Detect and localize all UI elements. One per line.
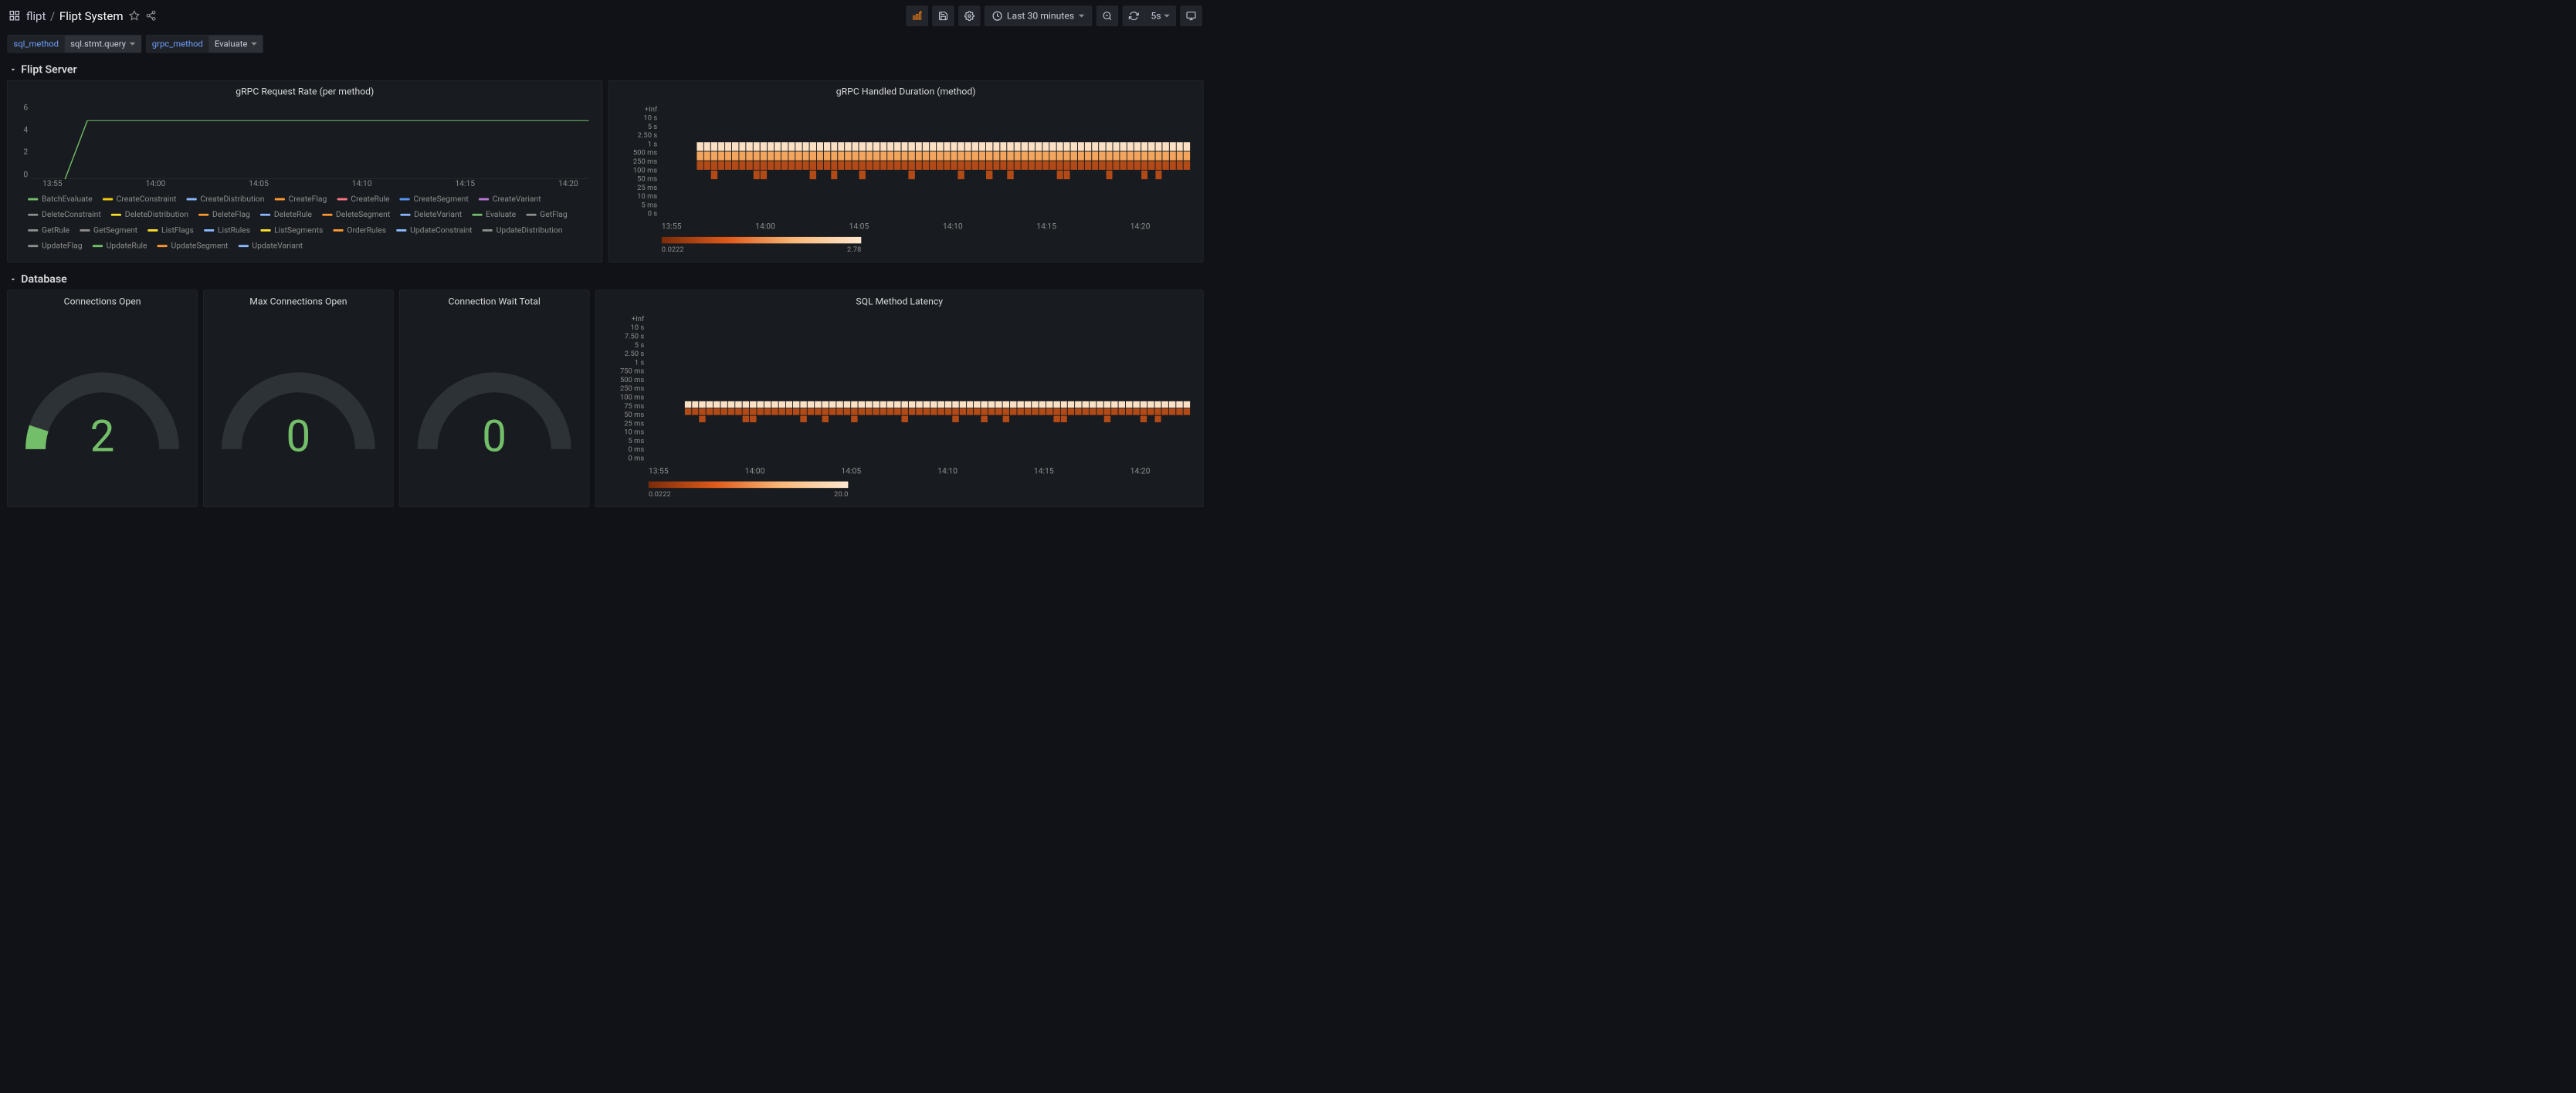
variable-sql-method[interactable]: sql_method sql.stmt.query (7, 35, 141, 53)
row-header-server[interactable]: Flipt Server (0, 59, 1211, 80)
legend-item[interactable]: Evaluate (472, 210, 516, 219)
legend-item[interactable]: CreateSegment (400, 195, 469, 204)
x-axis: 13:5514:0014:0514:1014:1514:20 (32, 179, 589, 190)
legend-item[interactable]: OrderRules (333, 225, 386, 235)
row-header-database[interactable]: Database (0, 269, 1211, 290)
panel-connections-open[interactable]: Connections Open 2 (7, 290, 197, 508)
gauge: 2 (19, 366, 185, 459)
chevron-down-icon (1079, 15, 1085, 18)
legend-item[interactable]: ListRules (204, 225, 250, 235)
legend-item[interactable]: DeleteDistribution (111, 210, 188, 219)
legend-item[interactable]: UpdateDistribution (483, 225, 563, 235)
tv-mode-button[interactable] (1180, 6, 1202, 26)
apps-icon[interactable] (8, 9, 20, 22)
panel-title: gRPC Request Rate (per method) (8, 80, 602, 100)
add-panel-button[interactable] (907, 6, 928, 26)
legend-item[interactable]: GetSegment (80, 225, 137, 235)
legend-item[interactable]: UpdateVariant (239, 242, 303, 251)
legend-item[interactable]: BatchEvaluate (28, 195, 92, 204)
heatmap-legend: 0.0222 2.78 (615, 234, 1198, 256)
refresh-picker[interactable]: 5s (1123, 6, 1176, 26)
chart-plot (32, 103, 589, 179)
legend-item[interactable]: CreateDistribution (186, 195, 264, 204)
refresh-button[interactable] (1123, 6, 1145, 25)
heatmap-cells (649, 314, 1190, 462)
y-axis: +Inf10 s5 s2.50 s1 s500 ms250 ms100 ms50… (622, 104, 662, 218)
chevron-down-icon (1164, 15, 1170, 18)
gauge-value: 2 (19, 411, 185, 462)
y-axis: 6420 (17, 103, 28, 179)
y-axis: +Inf10 s7.50 s5 s2.50 s1 s750 ms500 ms25… (608, 314, 649, 462)
gauge-value: 0 (411, 411, 578, 462)
save-button[interactable] (933, 6, 954, 26)
heatmap-legend: 0.0222 20.0 (602, 479, 1198, 501)
legend-item[interactable]: DeleteConstraint (28, 210, 101, 219)
variable-grpc-method[interactable]: grpc_method Evaluate (146, 35, 263, 53)
gauge-value: 0 (215, 411, 381, 462)
refresh-interval[interactable]: 5s (1145, 6, 1175, 25)
chevron-down-icon (251, 42, 257, 46)
legend-item[interactable]: CreateFlag (275, 195, 327, 204)
chart-legend: BatchEvaluate CreateConstraint CreateDistr… (13, 190, 596, 255)
panel-grpc-request-rate[interactable]: gRPC Request Rate (per method) 6420 13:5… (7, 80, 602, 262)
breadcrumb: flipt / Flipt System (26, 9, 124, 23)
legend-item[interactable]: DeleteRule (260, 210, 312, 219)
legend-item[interactable]: ListSegments (260, 225, 323, 235)
legend-item[interactable]: GetRule (28, 225, 69, 235)
settings-button[interactable] (958, 6, 980, 26)
x-axis: 13:5514:0014:0514:1014:1514:20 (615, 219, 1198, 234)
legend-item[interactable]: CreateVariant (479, 195, 541, 204)
panel-max-connections-open[interactable]: Max Connections Open 0 (203, 290, 393, 508)
panel-title: Max Connections Open (204, 290, 393, 310)
legend-item[interactable]: DeleteFlag (198, 210, 250, 219)
zoom-out-button[interactable] (1096, 6, 1118, 26)
legend-item[interactable]: GetFlag (526, 210, 567, 219)
breadcrumb-title[interactable]: Flipt System (59, 9, 124, 23)
star-icon[interactable] (129, 10, 140, 22)
legend-item[interactable]: UpdateConstraint (396, 225, 472, 235)
panel-sql-latency[interactable]: SQL Method Latency +Inf10 s7.50 s5 s2.50… (595, 290, 1204, 508)
legend-item[interactable]: ListFlags (147, 225, 194, 235)
legend-item[interactable]: DeleteSegment (322, 210, 390, 219)
time-range-picker[interactable]: Last 30 minutes (985, 6, 1092, 26)
share-icon[interactable] (146, 10, 157, 22)
panel-grpc-duration[interactable]: gRPC Handled Duration (method) +Inf10 s5… (608, 80, 1204, 262)
legend-item[interactable]: UpdateFlag (28, 242, 82, 251)
x-axis: 13:5514:0014:0514:1014:1514:20 (602, 464, 1198, 479)
legend-item[interactable]: CreateRule (337, 195, 389, 204)
panel-title: Connection Wait Total (399, 290, 588, 310)
panel-title: Connections Open (8, 290, 197, 310)
panel-connection-wait-total[interactable]: Connection Wait Total 0 (399, 290, 589, 508)
breadcrumb-folder[interactable]: flipt (26, 9, 46, 23)
gauge: 0 (411, 366, 578, 459)
panel-title: SQL Method Latency (595, 290, 1203, 310)
legend-item[interactable]: UpdateRule (93, 242, 147, 251)
chevron-down-icon (130, 42, 136, 46)
heatmap-cells (662, 104, 1190, 218)
gauge: 0 (215, 366, 381, 459)
legend-item[interactable]: DeleteVariant (400, 210, 462, 219)
legend-item[interactable]: CreateConstraint (103, 195, 177, 204)
panel-title: gRPC Handled Duration (method) (608, 80, 1203, 100)
legend-item[interactable]: UpdateSegment (158, 242, 229, 251)
